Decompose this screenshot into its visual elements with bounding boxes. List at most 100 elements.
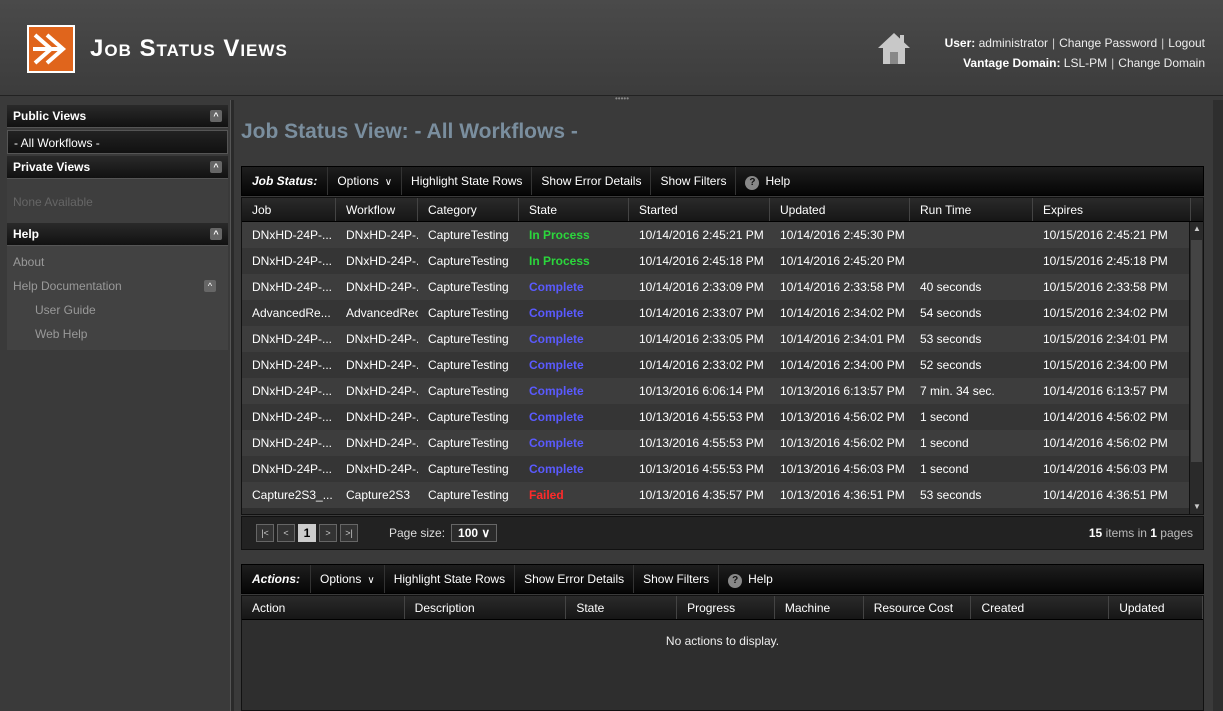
items-count: 15 <box>1088 526 1103 540</box>
next-page-button[interactable]: > <box>319 524 337 542</box>
first-page-button[interactable]: |< <box>256 524 274 542</box>
collapse-icon[interactable]: ^ <box>210 161 222 173</box>
table-cell: 1 second <box>920 462 969 476</box>
collapse-icon[interactable]: ^ <box>210 228 222 240</box>
actions-help-button[interactable]: ? Help <box>719 565 782 593</box>
table-row[interactable]: DNxHD-24P-... DNxHD-24P-... CaptureTesting… <box>242 222 1203 248</box>
table-cell: 10/14/2016 2:34:02 PM <box>780 306 905 320</box>
actions-highlight-state-rows-button[interactable]: Highlight State Rows <box>385 565 516 593</box>
column-header-action[interactable]: Action <box>242 596 405 619</box>
table-row[interactable]: AdvancedRe... AdvancedRec... CaptureTestin… <box>242 300 1203 326</box>
table-cell: DNxHD-24P-... <box>252 332 333 346</box>
table-cell: 10/14/2016 2:45:21 PM <box>639 228 764 242</box>
public-views-header[interactable]: Public Views ^ <box>7 105 228 128</box>
help-header[interactable]: Help ^ <box>7 223 228 246</box>
scroll-down-icon[interactable]: ▼ <box>1190 500 1204 514</box>
status-badge: In Process <box>529 254 590 268</box>
column-header-description[interactable]: Description <box>405 596 567 619</box>
scroll-thumb[interactable] <box>1191 240 1202 462</box>
column-header-created[interactable]: Created <box>971 596 1110 619</box>
column-header-category[interactable]: Category <box>418 198 519 221</box>
private-views-label: Private Views <box>13 160 91 174</box>
table-cell <box>910 248 1033 274</box>
home-icon[interactable] <box>876 30 912 66</box>
options-dropdown[interactable]: Options ∨ <box>328 167 403 195</box>
column-header-updated[interactable]: Updated <box>770 198 910 221</box>
column-header-started[interactable]: Started <box>629 198 770 221</box>
column-header-workflow[interactable]: Workflow <box>336 198 418 221</box>
actions-options-dropdown[interactable]: Options ∨ <box>311 565 385 593</box>
sidebar-splitter[interactable] <box>230 100 234 711</box>
logout-link[interactable]: Logout <box>1168 36 1205 50</box>
table-cell: 10/13/2016 4:55:53 PM <box>639 462 764 476</box>
table-row[interactable]: DNxHD-24P-... DNxHD-24P-... CaptureTesting… <box>242 274 1203 300</box>
grid-scrollbar[interactable]: ▲ ▼ <box>1189 222 1203 514</box>
page-size-value: 100 <box>458 526 479 540</box>
table-cell: 10/14/2016 2:45:30 PM <box>780 228 905 242</box>
column-header-machine[interactable]: Machine <box>775 596 864 619</box>
chevron-down-icon: ∨ <box>481 526 491 540</box>
table-row[interactable]: DNxHD-24P-... DNxHD-24P-... CaptureTesting… <box>242 352 1203 378</box>
table-cell: 10/13/2016 4:36:51 PM <box>780 488 905 502</box>
actions-show-filters-button[interactable]: Show Filters <box>634 565 720 593</box>
column-header-resource-cost[interactable]: Resource Cost <box>864 596 972 619</box>
sidebar-item-user-guide[interactable]: User Guide <box>7 298 228 322</box>
table-row[interactable]: DNxHD-24P-... DNxHD-24P-... CaptureTesting… <box>242 404 1203 430</box>
sidebar-item-all-workflows[interactable]: - All Workflows - <box>7 130 228 154</box>
help-button[interactable]: ? Help <box>736 167 799 195</box>
table-cell: 10/14/2016 2:34:00 PM <box>780 358 905 372</box>
show-filters-button[interactable]: Show Filters <box>651 167 737 195</box>
current-page[interactable]: 1 <box>298 524 316 542</box>
pager: |< < 1 > >| Page size: 100 ∨ 15 items in… <box>241 516 1204 550</box>
table-cell: Capture2S3 <box>346 488 411 502</box>
private-views-empty: None Available <box>7 179 228 223</box>
logo <box>27 25 75 73</box>
change-password-link[interactable]: Change Password <box>1059 36 1157 50</box>
table-row[interactable]: DNxHD-24P-... DNxHD-24P-... CaptureTesting… <box>242 430 1203 456</box>
table-row[interactable]: DNxHD-24P-... DNxHD-24P-... CaptureTesting… <box>242 456 1203 482</box>
items-text: items in <box>1105 526 1147 540</box>
page-scrollbar[interactable] <box>1213 100 1223 711</box>
table-cell: 52 seconds <box>920 358 982 372</box>
status-badge: Complete <box>529 384 584 398</box>
table-cell: 10/13/2016 4:55:53 PM <box>639 410 764 424</box>
show-error-details-button[interactable]: Show Error Details <box>532 167 652 195</box>
table-cell: CaptureTesting <box>428 358 509 372</box>
table-row[interactable]: Capture2S3_... Capture2S3 CaptureTesting Fa… <box>242 482 1203 508</box>
table-row[interactable]: DNxHD-24P-... DNxHD-24P-... CaptureTesting… <box>242 326 1203 352</box>
last-page-button[interactable]: >| <box>340 524 358 542</box>
column-header-updated[interactable]: Updated <box>1109 596 1203 619</box>
table-cell: DNxHD-24P-... <box>346 436 418 450</box>
sidebar-item-web-help[interactable]: Web Help <box>7 322 228 346</box>
sidebar-item-help-documentation[interactable]: Help Documentation ^ <box>7 274 228 298</box>
page-size-select[interactable]: 100 ∨ <box>451 524 498 542</box>
table-row[interactable]: DNxHD-24P-... DNxHD-24P-... CaptureTesting… <box>242 378 1203 404</box>
collapse-icon[interactable]: ^ <box>204 280 216 292</box>
change-domain-link[interactable]: Change Domain <box>1118 56 1205 70</box>
table-cell: 10/14/2016 4:56:02 PM <box>1043 410 1168 424</box>
table-cell: DNxHD-24P-... <box>252 358 333 372</box>
collapse-icon[interactable]: ^ <box>210 110 222 122</box>
highlight-state-rows-button[interactable]: Highlight State Rows <box>402 167 533 195</box>
column-header-state[interactable]: State <box>566 596 678 619</box>
prev-page-button[interactable]: < <box>277 524 295 542</box>
column-header-job[interactable]: Job <box>242 198 336 221</box>
table-cell: DNxHD-24P-... <box>346 410 418 424</box>
column-header-state[interactable]: State <box>519 198 629 221</box>
table-cell: CaptureTesting <box>428 280 509 294</box>
empty-message: No actions to display. <box>665 634 780 648</box>
table-cell: 1 second <box>920 436 969 450</box>
actions-show-error-details-button[interactable]: Show Error Details <box>515 565 635 593</box>
table-cell: 10/14/2016 4:36:51 PM <box>1043 488 1168 502</box>
scroll-up-icon[interactable]: ▲ <box>1190 222 1204 236</box>
sidebar-item-about[interactable]: About <box>7 250 228 274</box>
table-cell: DNxHD-24P-... <box>346 462 418 476</box>
column-header-run-time[interactable]: Run Time <box>910 198 1033 221</box>
status-badge: Failed <box>529 488 564 502</box>
private-views-header[interactable]: Private Views ^ <box>7 156 228 179</box>
table-row[interactable]: DNxHD-24P-... DNxHD-24P-... CaptureTesting… <box>242 248 1203 274</box>
table-cell: DNxHD-24P-... <box>346 332 418 346</box>
column-header-expires[interactable]: Expires <box>1033 198 1191 221</box>
table-cell: CaptureTesting <box>428 436 509 450</box>
column-header-progress[interactable]: Progress <box>677 596 775 619</box>
